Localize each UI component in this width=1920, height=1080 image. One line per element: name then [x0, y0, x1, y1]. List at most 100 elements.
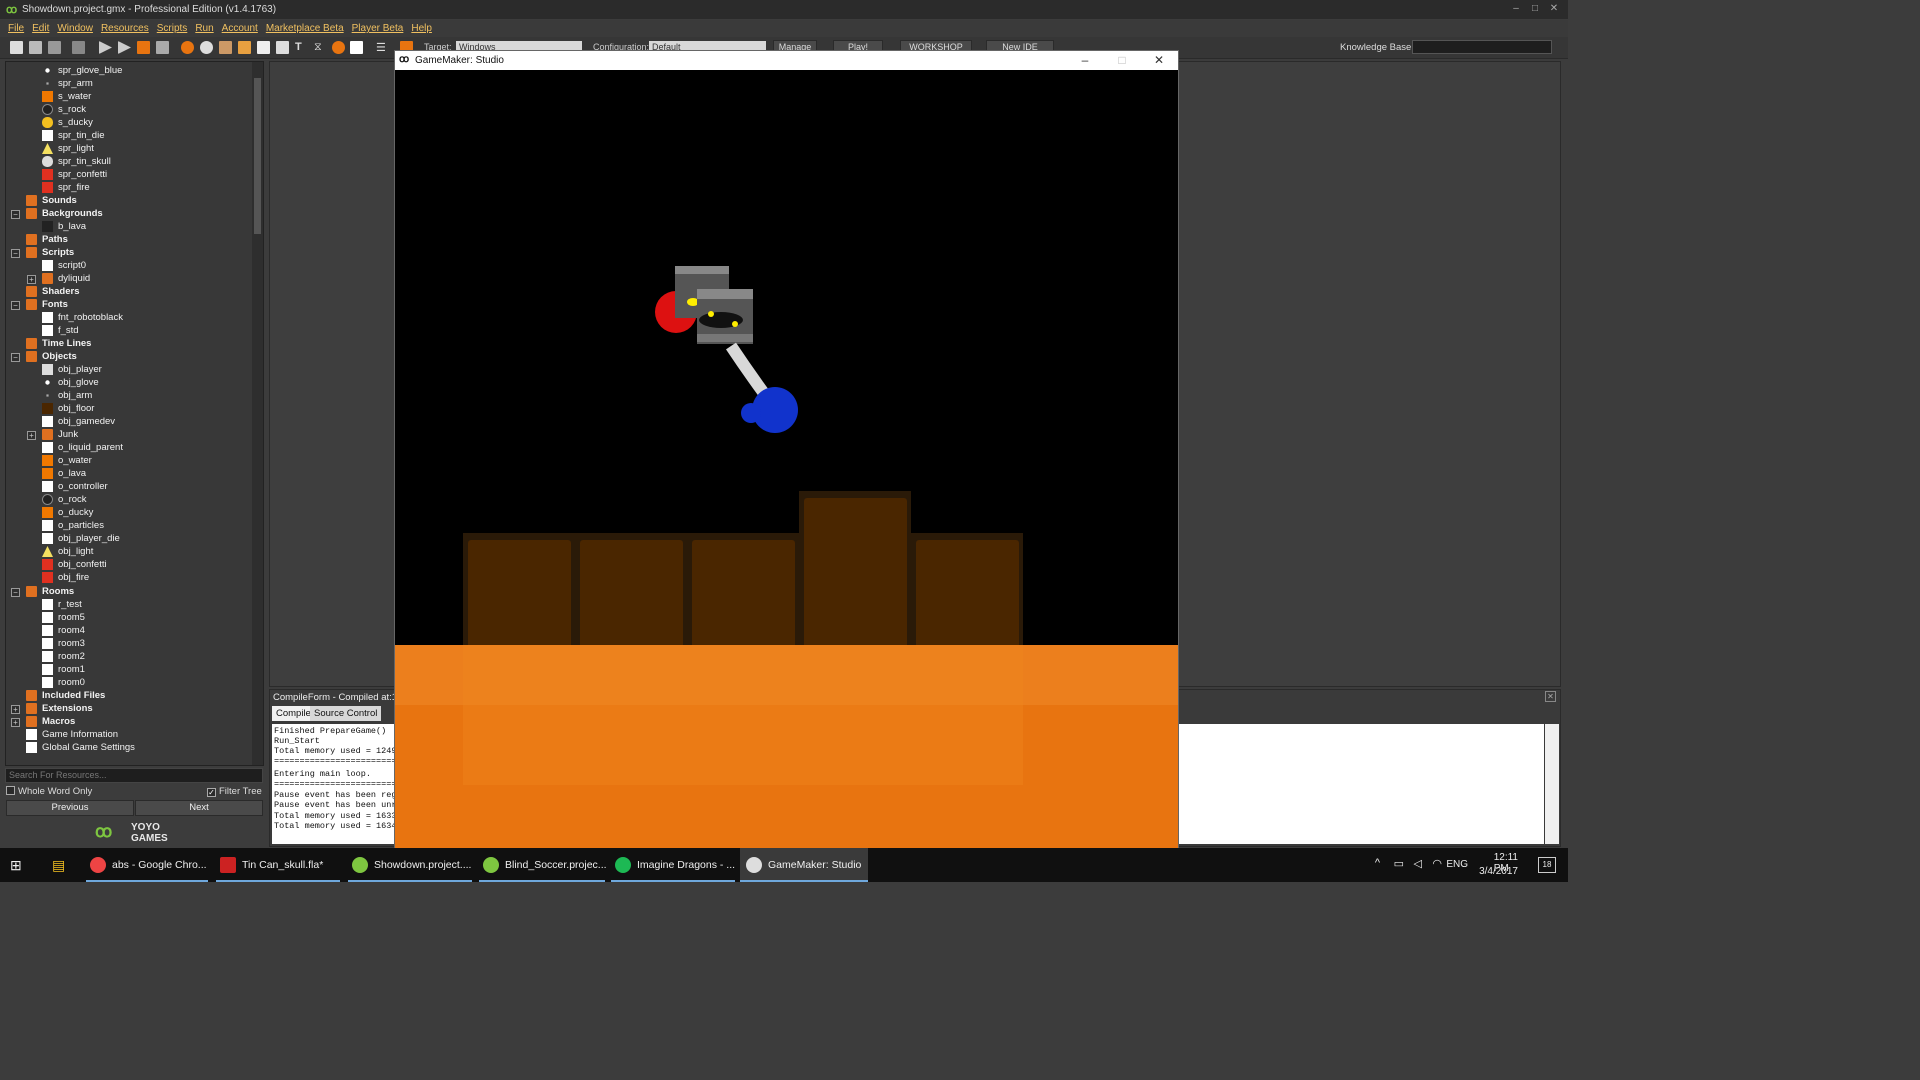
background-icon[interactable]: [219, 41, 232, 54]
debug-icon[interactable]: [118, 41, 131, 54]
gamemaker-logo-icon: ꝏ: [6, 3, 18, 16]
stop-icon[interactable]: [137, 41, 150, 54]
whole-word-only-checkbox[interactable]: Whole Word Only: [6, 786, 92, 797]
expand-icon[interactable]: +: [11, 718, 20, 727]
object-thumb-icon: [42, 455, 53, 466]
game-minimize-button[interactable]: –: [1067, 51, 1103, 70]
checkbox-checked-icon: ✓: [207, 788, 216, 797]
collapse-icon[interactable]: −: [11, 353, 20, 362]
shader-icon[interactable]: [276, 41, 289, 54]
sprite-icon[interactable]: [181, 41, 194, 54]
object-thumb-icon: [42, 494, 53, 505]
output-line: Total memory used = 1633547: [274, 811, 412, 821]
room-file-icon: [42, 677, 53, 688]
folder-icon: [26, 208, 37, 219]
compile-scrollbar[interactable]: [1545, 724, 1559, 844]
taskbar-showdown[interactable]: Showdown.project....: [348, 848, 472, 882]
expand-icon[interactable]: +: [27, 275, 36, 284]
menu-file[interactable]: File: [8, 23, 24, 34]
taskbar-gamemaker[interactable]: GameMaker: Studio: [740, 848, 868, 882]
menu-resources[interactable]: Resources: [101, 23, 149, 34]
object-icon[interactable]: [332, 41, 345, 54]
game-settings-icon[interactable]: ☰: [376, 41, 389, 54]
menu-scripts[interactable]: Scripts: [157, 23, 188, 34]
clean-icon[interactable]: [156, 41, 169, 54]
menu-window[interactable]: Window: [57, 23, 93, 34]
create-executable-icon[interactable]: [72, 41, 85, 54]
yoyo-logo-icon: ꝏ: [95, 822, 113, 841]
collapse-icon[interactable]: −: [11, 210, 20, 219]
taskbar-spotify[interactable]: Imagine Dragons - ...: [611, 848, 735, 882]
collapse-icon[interactable]: −: [11, 588, 20, 597]
volume-icon[interactable]: ◁: [1414, 857, 1422, 870]
previous-button[interactable]: Previous: [6, 800, 134, 816]
open-project-icon[interactable]: [29, 41, 42, 54]
close-button[interactable]: ✕: [1546, 2, 1562, 16]
notifications-icon[interactable]: 18: [1538, 857, 1556, 873]
room-file-icon: [42, 625, 53, 636]
info-icon: [26, 729, 37, 740]
folder-icon: [26, 690, 37, 701]
menu-run[interactable]: Run: [195, 23, 213, 34]
menu-help[interactable]: Help: [411, 23, 432, 34]
menu-account[interactable]: Account: [222, 23, 258, 34]
output-line: Run_Start: [274, 736, 320, 746]
knowledge-base-input[interactable]: [1412, 40, 1552, 54]
start-icon[interactable]: ⊞: [10, 848, 30, 882]
menu-edit[interactable]: Edit: [32, 23, 49, 34]
object-thumb-icon: [42, 468, 53, 479]
maximize-button[interactable]: □: [1527, 2, 1543, 16]
filter-tree-checkbox[interactable]: ✓ Filter Tree: [207, 786, 262, 797]
checkbox-icon: [6, 786, 15, 795]
file-explorer-icon[interactable]: ▤: [52, 848, 72, 882]
object-thumb-icon: [46, 394, 49, 397]
gamemaker-logo-icon: [352, 857, 368, 874]
taskbar-chrome[interactable]: abs - Google Chro...: [86, 848, 208, 882]
tree-scrollbar[interactable]: [252, 62, 263, 765]
expand-icon[interactable]: +: [27, 431, 36, 440]
room-file-icon: [42, 651, 53, 662]
resource-search-input[interactable]: Search For Resources...: [5, 768, 263, 783]
save-project-icon[interactable]: [48, 41, 61, 54]
clock-date[interactable]: 3/4/2017: [1479, 866, 1518, 877]
yoyo-games-logo: ꝏ YOYO GAMES: [95, 822, 168, 844]
font-icon[interactable]: T: [295, 41, 308, 54]
tree-scrollbar-thumb[interactable]: [254, 78, 261, 234]
game-canvas[interactable]: [395, 70, 1178, 849]
new-project-icon[interactable]: [10, 41, 23, 54]
collapse-icon[interactable]: −: [11, 249, 20, 258]
collapse-icon[interactable]: −: [11, 301, 20, 310]
game-maximize-button[interactable]: □: [1104, 51, 1140, 70]
script-icon[interactable]: [257, 41, 270, 54]
expand-icon[interactable]: +: [11, 705, 20, 714]
font-file-icon: [42, 325, 53, 336]
language-indicator[interactable]: ENG: [1446, 859, 1468, 870]
sprite-thumb-icon: [42, 104, 53, 115]
path-icon[interactable]: [238, 41, 251, 54]
script-file-icon: [42, 260, 53, 271]
battery-icon[interactable]: ▭: [1394, 857, 1404, 870]
folder-icon: [26, 299, 37, 310]
game-window-titlebar: ꝏ GameMaker: Studio – □ ✕: [395, 51, 1178, 70]
wifi-icon[interactable]: ◠: [1432, 857, 1442, 870]
room-icon[interactable]: [350, 41, 363, 54]
sound-icon[interactable]: [200, 41, 213, 54]
menu-player-beta[interactable]: Player Beta: [352, 23, 404, 34]
background-thumb-icon: [42, 221, 53, 232]
game-close-button[interactable]: ✕: [1141, 51, 1177, 70]
gamemaker-logo-icon: ꝏ: [399, 54, 410, 65]
timeline-icon[interactable]: ⧖: [314, 41, 327, 54]
tab-source-control[interactable]: Source Control: [310, 706, 382, 721]
menu-marketplace[interactable]: Marketplace Beta: [266, 23, 344, 34]
taskbar-flash[interactable]: Tin Can_skull.fla*: [216, 848, 340, 882]
fire-icon: [42, 572, 53, 583]
tray-chevron-icon[interactable]: ^: [1375, 857, 1380, 869]
close-icon[interactable]: ✕: [1545, 691, 1556, 702]
window-title: Showdown.project.gmx - Professional Edit…: [22, 4, 277, 15]
taskbar-blind-soccer[interactable]: Blind_Soccer.projec...: [479, 848, 607, 882]
run-icon[interactable]: [99, 41, 112, 54]
tab-compile[interactable]: Compile: [272, 706, 315, 721]
minimize-button[interactable]: –: [1508, 2, 1524, 16]
next-button[interactable]: Next: [135, 800, 263, 816]
compile-title: CompileForm - Compiled at:12:: [273, 692, 405, 703]
